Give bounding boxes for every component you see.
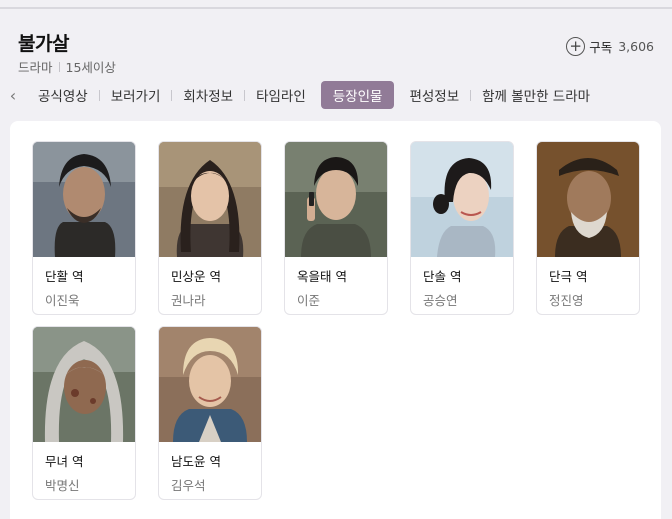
cast-card[interactable]: 단솔 역 공승연 xyxy=(410,141,514,315)
cast-card[interactable]: 단극 역 정진영 xyxy=(536,141,640,315)
role-name: 단솔 역 xyxy=(423,269,462,284)
tab-cast[interactable]: 등장인물 xyxy=(320,81,395,109)
tab-official-video[interactable]: 공식영상 xyxy=(26,81,99,109)
tab-timeline[interactable]: 타임라인 xyxy=(245,81,317,109)
cast-card[interactable]: 남도윤 역 김우석 xyxy=(158,326,262,500)
cast-card[interactable]: 민상운 역 권나라 xyxy=(158,141,262,315)
cast-card[interactable]: 옥을태 역 이준 xyxy=(284,141,388,315)
actor-name: 박명신 xyxy=(45,478,80,493)
role-name: 단활 역 xyxy=(45,269,84,284)
tab-schedule[interactable]: 편성정보 xyxy=(398,81,470,109)
actor-photo xyxy=(537,142,639,257)
role-name: 옥을태 역 xyxy=(297,269,347,284)
actor-photo xyxy=(33,142,135,257)
subscribe-label: 구독 xyxy=(589,40,613,55)
cast-card[interactable]: 단활 역 이진욱 xyxy=(32,141,136,315)
tab-episodes[interactable]: 회차정보 xyxy=(172,81,244,109)
page-title: 불가살 xyxy=(18,33,69,55)
plus-icon: + xyxy=(566,37,586,56)
tab-recommended[interactable]: 함께 볼만한 드라마 xyxy=(471,81,601,109)
actor-name: 정진영 xyxy=(549,293,584,308)
role-name: 무녀 역 xyxy=(45,454,84,469)
chevron-left-icon[interactable]: ‹ xyxy=(0,80,26,110)
tab-watch[interactable]: 보러가기 xyxy=(100,81,172,109)
meta-divider xyxy=(58,61,60,72)
actor-photo xyxy=(159,327,261,442)
role-name: 단극 역 xyxy=(549,269,588,284)
role-name: 남도윤 역 xyxy=(171,454,221,469)
cast-card[interactable]: 무녀 역 박명신 xyxy=(32,326,136,500)
actor-name: 이진욱 xyxy=(45,293,80,308)
actor-photo xyxy=(285,142,387,257)
meta-info: 드라마 15세이상 xyxy=(18,57,116,76)
subscribe-button[interactable]: + 구독 3,606 xyxy=(566,37,654,56)
actor-photo xyxy=(159,142,261,257)
actor-name: 이준 xyxy=(297,293,321,308)
rating-label: 15세이상 xyxy=(65,60,116,75)
role-name: 민상운 역 xyxy=(171,269,221,284)
actor-photo xyxy=(33,327,135,442)
actor-photo xyxy=(411,142,513,257)
actor-name: 김우석 xyxy=(171,478,206,493)
actor-name: 권나라 xyxy=(171,293,206,308)
header: 불가살 드라마 15세이상 + 구독 3,606 xyxy=(0,9,672,77)
subscribe-count: 3,606 xyxy=(618,39,654,54)
tab-bar: ‹ 공식영상 보러가기 회차정보 타임라인 등장인물 편성정보 함께 볼만한 드… xyxy=(0,80,672,110)
cast-panel: 단활 역 이진욱 민상운 역 권나라 옥을태 역 이준 단솔 역 공승연 단극 … xyxy=(10,121,661,519)
genre-label: 드라마 xyxy=(18,60,53,75)
actor-name: 공승연 xyxy=(423,293,458,308)
